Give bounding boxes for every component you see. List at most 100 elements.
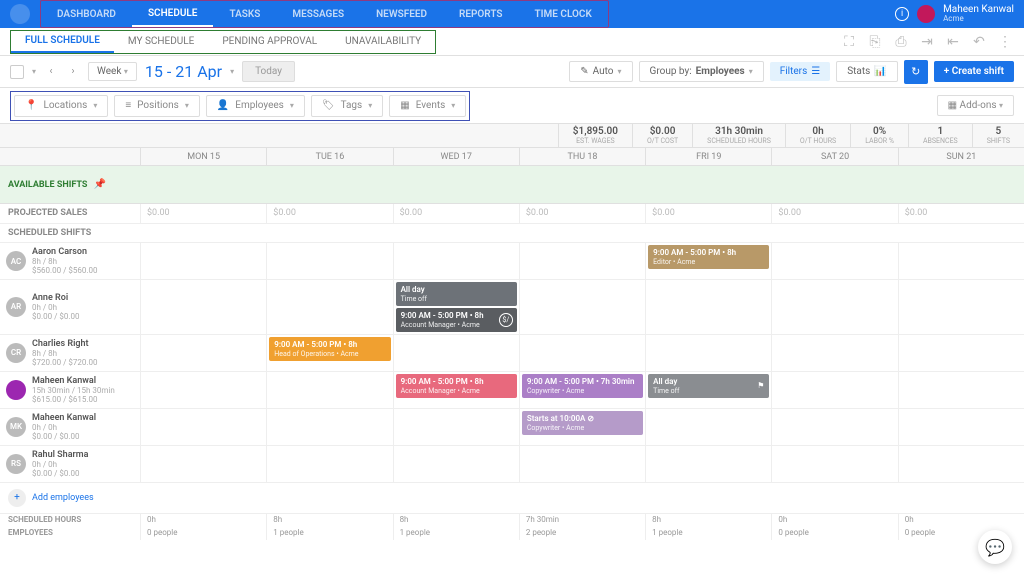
projected-cell[interactable]: $0.00 — [519, 204, 645, 223]
nav-tab-dashboard[interactable]: DASHBOARD — [41, 1, 132, 27]
shift-card[interactable]: Starts at 10:00A ⊘Copywriter • Acme — [522, 411, 643, 435]
shift-cell[interactable] — [140, 335, 266, 371]
subtab-my-schedule[interactable]: MY SCHEDULE — [114, 31, 208, 53]
subtab-full-schedule[interactable]: FULL SCHEDULE — [11, 31, 114, 53]
projected-cell[interactable]: $0.00 — [266, 204, 392, 223]
nav-tab-messages[interactable]: MESSAGES — [276, 1, 360, 27]
shift-cell[interactable] — [519, 243, 645, 279]
shift-cell[interactable] — [645, 280, 771, 334]
shift-cell[interactable] — [898, 372, 1024, 408]
shift-cell[interactable] — [645, 409, 771, 445]
select-caret[interactable]: ▾ — [32, 67, 36, 76]
tags-filter[interactable]: 🏷 Tags ▾ — [311, 95, 383, 117]
shift-cell[interactable] — [771, 243, 897, 279]
shift-cell[interactable]: All dayTime off⚑ — [645, 372, 771, 408]
more-icon[interactable]: ⋮ — [996, 33, 1014, 51]
shift-cell[interactable]: 9:00 AM - 5:00 PM • 8hEditor • Acme — [645, 243, 771, 279]
shift-cell[interactable] — [393, 446, 519, 482]
export-icon[interactable]: ⇥ — [918, 33, 936, 51]
shift-cell[interactable] — [140, 372, 266, 408]
employee-info[interactable]: ARAnne Roi0h / 0h$0.00 / $0.00 — [0, 280, 140, 334]
shift-cell[interactable] — [898, 243, 1024, 279]
shift-card[interactable]: All dayTime off⚑ — [648, 374, 769, 398]
shift-card[interactable]: 9:00 AM - 5:00 PM • 8hHead of Operations… — [269, 337, 390, 361]
employees-filter[interactable]: 👤 Employees ▾ — [206, 95, 305, 117]
info-icon[interactable]: i — [895, 7, 909, 21]
shift-cell[interactable] — [645, 446, 771, 482]
shift-cell[interactable] — [771, 446, 897, 482]
import-icon[interactable]: ⇤ — [944, 33, 962, 51]
create-shift-button[interactable]: + Create shift — [934, 61, 1014, 82]
chat-bubble-icon[interactable]: 💬 — [978, 530, 1012, 564]
positions-filter[interactable]: ≡ Positions ▾ — [114, 95, 200, 117]
nav-tab-time clock[interactable]: TIME CLOCK — [519, 1, 608, 27]
pin-icon[interactable]: 📌 — [93, 179, 105, 190]
employee-info[interactable]: RSRahul Sharma0h / 0h$0.00 / $0.00 — [0, 446, 140, 482]
stats-button[interactable]: Stats 📊 — [836, 61, 898, 82]
locations-filter[interactable]: 📍 Locations ▾ — [14, 95, 108, 117]
shift-cell[interactable] — [393, 335, 519, 371]
shift-cell[interactable] — [393, 409, 519, 445]
employee-info[interactable]: ACAaron Carson8h / 8h$560.00 / $560.00 — [0, 243, 140, 279]
shift-cell[interactable] — [771, 280, 897, 334]
view-range-dropdown[interactable]: Week ▾ — [88, 62, 137, 81]
nav-tab-newsfeed[interactable]: NEWSFEED — [360, 1, 443, 27]
subtab-unavailability[interactable]: UNAVAILABILITY — [331, 31, 435, 53]
undo-icon[interactable]: ↶ — [970, 33, 988, 51]
subtab-pending-approval[interactable]: PENDING APPROVAL — [208, 31, 331, 53]
projected-cell[interactable]: $0.00 — [393, 204, 519, 223]
shift-cell[interactable]: 9:00 AM - 5:00 PM • 7h 30minCopywriter •… — [519, 372, 645, 408]
shift-cell[interactable] — [519, 446, 645, 482]
shift-cell[interactable]: 9:00 AM - 5:00 PM • 8hAccount Manager • … — [393, 372, 519, 408]
shift-cell[interactable] — [898, 335, 1024, 371]
date-range[interactable]: 15 - 21 Apr — [145, 62, 222, 81]
expand-icon[interactable]: ⛶ — [840, 33, 858, 51]
next-week-button[interactable]: › — [66, 62, 80, 82]
date-caret[interactable]: ▾ — [230, 67, 234, 76]
shift-card[interactable]: 9:00 AM - 5:00 PM • 8hEditor • Acme — [648, 245, 769, 269]
shift-cell[interactable] — [140, 280, 266, 334]
employee-info[interactable]: Maheen Kanwal15h 30min / 15h 30min$615.0… — [0, 372, 140, 408]
group-by-dropdown[interactable]: Group by: Employees ▾ — [639, 61, 764, 82]
print-icon[interactable]: ⎙ — [892, 33, 910, 51]
shift-card[interactable]: 9:00 AM - 5:00 PM • 7h 30minCopywriter •… — [522, 374, 643, 398]
select-all-checkbox[interactable] — [10, 65, 24, 79]
employee-info[interactable]: CRCharlies Right8h / 8h$720.00 / $720.00 — [0, 335, 140, 371]
shift-cell[interactable] — [898, 446, 1024, 482]
nav-tab-schedule[interactable]: SCHEDULE — [132, 1, 214, 27]
projected-cell[interactable]: $0.00 — [140, 204, 266, 223]
auto-dropdown[interactable]: ✎ Auto ▾ — [569, 61, 632, 82]
shift-cell[interactable]: Starts at 10:00A ⊘Copywriter • Acme — [519, 409, 645, 445]
shift-cell[interactable] — [266, 372, 392, 408]
addons-dropdown[interactable]: ▦ Add-ons ▾ — [937, 95, 1014, 116]
shift-cell[interactable] — [266, 280, 392, 334]
projected-cell[interactable]: $0.00 — [771, 204, 897, 223]
shift-cell[interactable] — [898, 409, 1024, 445]
prev-week-button[interactable]: ‹ — [44, 62, 58, 82]
shift-cell[interactable]: All dayTime off9:00 AM - 5:00 PM • 8hAcc… — [393, 280, 519, 334]
nav-tab-reports[interactable]: REPORTS — [443, 1, 519, 27]
shift-cell[interactable] — [266, 409, 392, 445]
events-filter[interactable]: ▦ Events ▾ — [389, 95, 466, 117]
shift-card[interactable]: 9:00 AM - 5:00 PM • 8hAccount Manager • … — [396, 308, 517, 332]
nav-tab-tasks[interactable]: TASKS — [213, 1, 276, 27]
add-employees-row[interactable]: + Add employees — [0, 483, 1024, 514]
shift-cell[interactable] — [645, 335, 771, 371]
shift-cell[interactable] — [140, 446, 266, 482]
app-logo[interactable] — [10, 4, 30, 24]
copy-icon[interactable]: ⎘ — [866, 33, 884, 51]
projected-cell[interactable]: $0.00 — [898, 204, 1024, 223]
shift-cell[interactable] — [771, 372, 897, 408]
projected-cell[interactable]: $0.00 — [645, 204, 771, 223]
shift-cell[interactable] — [898, 280, 1024, 334]
shift-cell[interactable] — [266, 243, 392, 279]
shift-card[interactable]: All dayTime off — [396, 282, 517, 306]
refresh-button[interactable]: ↻ — [904, 60, 928, 84]
shift-cell[interactable]: 9:00 AM - 5:00 PM • 8hHead of Operations… — [266, 335, 392, 371]
shift-cell[interactable] — [771, 409, 897, 445]
employee-info[interactable]: MKMaheen Kanwal0h / 0h$0.00 / $0.00 — [0, 409, 140, 445]
shift-cell[interactable] — [140, 409, 266, 445]
shift-cell[interactable] — [266, 446, 392, 482]
shift-cell[interactable] — [393, 243, 519, 279]
shift-card[interactable]: 9:00 AM - 5:00 PM • 8hAccount Manager • … — [396, 374, 517, 398]
